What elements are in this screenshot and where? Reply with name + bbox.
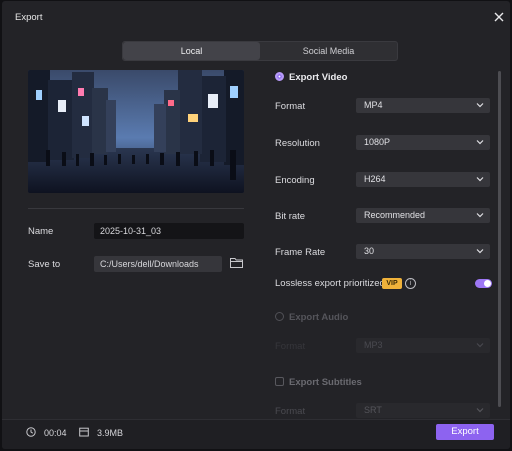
name-field[interactable]: 2025-10-31_03	[94, 223, 244, 239]
chevron-down-icon	[476, 408, 484, 413]
encoding-label: Encoding	[275, 175, 315, 186]
framerate-value: 30	[364, 246, 375, 256]
lossless-label: Lossless export prioritized	[275, 278, 385, 289]
chevron-down-icon	[476, 213, 484, 218]
clock-icon	[26, 427, 36, 437]
video-preview-thumbnail	[28, 70, 244, 193]
framerate-label: Frame Rate	[275, 247, 326, 258]
framerate-select[interactable]: 30	[356, 244, 490, 259]
resolution-value: 1080P	[364, 137, 391, 147]
divider	[28, 208, 244, 209]
tab-bar: Local Social Media	[122, 41, 398, 61]
resolution-select[interactable]: 1080P	[356, 135, 490, 150]
window-title: Export	[15, 12, 43, 23]
chevron-down-icon	[476, 249, 484, 254]
chevron-down-icon	[476, 177, 484, 182]
save-to-label: Save to	[28, 259, 61, 270]
format-label: Format	[275, 101, 306, 112]
name-label: Name	[28, 226, 54, 237]
export-audio-radio[interactable]	[275, 312, 284, 321]
chevron-down-icon	[476, 140, 484, 145]
export-video-title: Export Video	[289, 72, 348, 83]
info-icon[interactable]: i	[405, 278, 416, 289]
subtitles-format-select[interactable]: SRT	[356, 403, 490, 418]
chevron-down-icon	[476, 103, 484, 108]
vip-badge: VIP	[382, 278, 402, 289]
toggle-knob	[484, 280, 491, 287]
audio-format-value: MP3	[364, 340, 383, 350]
tab-local[interactable]: Local	[123, 42, 260, 60]
tab-social-media[interactable]: Social Media	[260, 42, 397, 60]
audio-format-select[interactable]: MP3	[356, 338, 490, 353]
export-subtitles-checkbox[interactable]	[275, 377, 284, 386]
folder-icon[interactable]	[230, 257, 243, 268]
export-subtitles-title: Export Subtitles	[289, 377, 362, 388]
bitrate-value: Recommended	[364, 210, 426, 220]
file-size-text: 3.9MB	[97, 428, 124, 438]
encoding-select[interactable]: H264	[356, 172, 490, 187]
export-dialog: Export Local Social Media Name 2025-10-3…	[2, 1, 510, 449]
export-button[interactable]: Export	[436, 424, 494, 440]
audio-format-label: Format	[275, 341, 306, 352]
title-bar: Export	[2, 1, 510, 33]
bitrate-label: Bit rate	[275, 211, 306, 222]
save-path-field[interactable]: C:/Users/dell/Downloads	[94, 256, 222, 272]
file-size-icon	[79, 427, 89, 437]
bitrate-select[interactable]: Recommended	[356, 208, 490, 223]
lossless-toggle[interactable]	[475, 279, 492, 288]
duration-text: 00:04	[44, 428, 67, 438]
export-video-radio[interactable]	[275, 72, 284, 81]
subtitles-format-value: SRT	[364, 405, 382, 415]
encoding-value: H264	[364, 174, 386, 184]
format-value: MP4	[364, 100, 383, 110]
export-audio-title: Export Audio	[289, 312, 349, 323]
resolution-label: Resolution	[275, 138, 320, 149]
close-icon[interactable]	[492, 10, 506, 24]
chevron-down-icon	[476, 343, 484, 348]
scrollbar[interactable]	[498, 71, 501, 407]
format-select[interactable]: MP4	[356, 98, 490, 113]
subtitles-format-label: Format	[275, 406, 306, 417]
